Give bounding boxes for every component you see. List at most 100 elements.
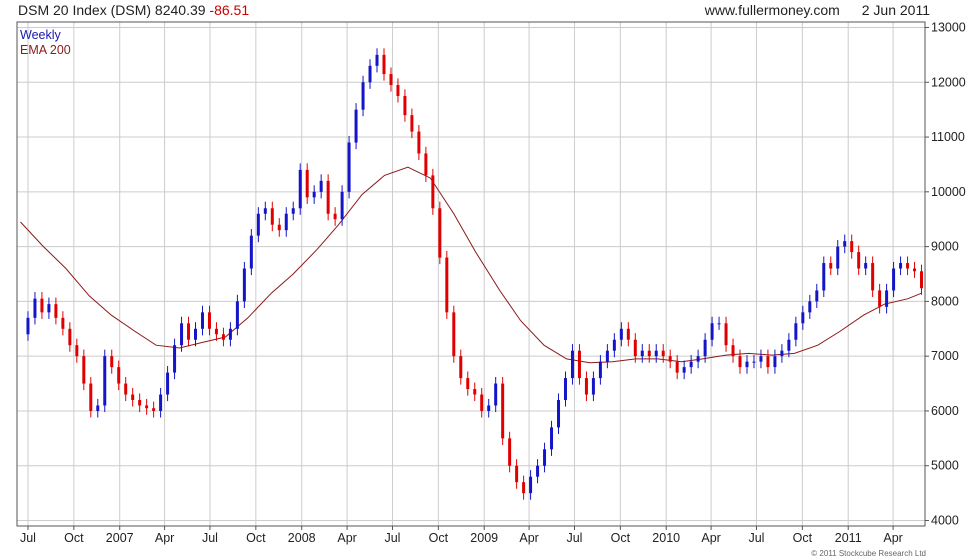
candle-body (354, 109, 358, 143)
candle-body (361, 82, 365, 110)
candle-body (200, 312, 204, 329)
candle-body (752, 361, 756, 363)
legend-weekly: Weekly (20, 28, 61, 42)
x-tick-label: Jul (748, 531, 764, 545)
candle-body (508, 438, 512, 466)
candle-body (640, 350, 644, 357)
y-tick-label: 13000 (931, 20, 966, 34)
candle-body (54, 304, 58, 318)
candle-body (619, 328, 623, 340)
candle-body (124, 383, 128, 395)
candle-body (647, 350, 651, 357)
candle-body (26, 317, 30, 335)
candle-body (536, 465, 540, 477)
candle-body (584, 378, 588, 395)
candle-body (843, 241, 847, 247)
x-tick-label: Jul (202, 531, 218, 545)
candle-body (920, 271, 924, 289)
x-tick-label: 2010 (652, 531, 680, 545)
x-tick-label: Apr (883, 531, 902, 545)
candle-body (612, 339, 616, 351)
candle-body (661, 350, 665, 357)
candle-body (815, 290, 819, 302)
candle-body (305, 169, 309, 198)
y-axis: 4000 5000 6000 7000 8000 9000 10000 11000 12000 1… (925, 20, 966, 528)
y-tick-label: 10000 (931, 185, 966, 199)
candle-body (794, 323, 798, 340)
x-tick-label: Jul (384, 531, 400, 545)
candle-body (96, 405, 100, 411)
candle-body (598, 361, 602, 379)
candle-body (403, 95, 407, 116)
candle-body (152, 408, 156, 411)
candle-body (885, 290, 889, 307)
candle-body (871, 263, 875, 291)
x-tick-label: 2007 (106, 531, 134, 545)
candle-body (550, 427, 554, 450)
x-tick-label: Oct (611, 531, 631, 545)
candle-body (145, 405, 149, 409)
chart-title: DSM 20 Index (DSM) 8240.39 -86.51 (18, 2, 249, 18)
candle-body (696, 356, 700, 362)
candle-body (284, 213, 288, 231)
candle-body (214, 328, 218, 335)
candle-body (396, 85, 400, 96)
candle-body (291, 208, 295, 214)
candle-body (235, 301, 239, 329)
candle-body (221, 334, 225, 340)
candle-body (277, 224, 281, 231)
candle-body (738, 356, 742, 368)
candle-body (375, 54, 379, 66)
candle-body (487, 405, 491, 411)
candle-body (347, 142, 351, 192)
candle-body (103, 356, 107, 406)
candle-body (326, 180, 330, 214)
candle-body (312, 191, 316, 198)
candle-body (836, 246, 840, 269)
candle-body (473, 389, 477, 395)
x-tick-label: Oct (246, 531, 266, 545)
x-tick-label: Oct (64, 531, 84, 545)
y-tick-label: 4000 (931, 514, 959, 528)
y-tick-label: 12000 (931, 75, 966, 89)
candle-body (899, 263, 903, 269)
candle-body (333, 213, 337, 220)
x-tick-label: Apr (337, 531, 356, 545)
y-tick-label: 11000 (931, 130, 965, 144)
site-link[interactable]: www.fullermoney.com (705, 2, 840, 18)
candle-body (319, 180, 323, 192)
candle-body (808, 301, 812, 313)
candle-body (857, 252, 861, 269)
candle-body (228, 328, 232, 340)
candle-body (138, 400, 142, 406)
candle-body (689, 361, 693, 368)
candle-body (389, 74, 393, 85)
y-tick-label: 9000 (931, 240, 959, 254)
x-tick-label: Oct (429, 531, 449, 545)
x-tick-label: 2008 (288, 531, 316, 545)
candle-body (766, 356, 770, 368)
copyright: © 2011 Stockcube Research Ltd (811, 549, 926, 558)
x-tick-label: Apr (519, 531, 538, 545)
candle-body (787, 339, 791, 351)
candle-body (270, 208, 274, 225)
header-right: www.fullermoney.com 2 Jun 2011 (705, 2, 930, 18)
candle-body (368, 65, 372, 83)
y-tick-label: 6000 (931, 404, 959, 418)
candle-body (570, 350, 574, 379)
x-tick-label: Apr (701, 531, 720, 545)
candle-body (543, 449, 547, 466)
candle-body (710, 323, 714, 340)
candle-body (166, 372, 170, 395)
candle-body (180, 323, 184, 346)
candle-body (68, 328, 72, 346)
candle-body (110, 356, 114, 368)
candle-body (131, 394, 135, 400)
candle-body (759, 356, 763, 362)
candle-body (117, 367, 121, 384)
price-change: -86.51 (209, 2, 250, 18)
candle-body (892, 268, 896, 291)
candle-body (340, 191, 344, 220)
y-tick-label: 5000 (931, 459, 959, 473)
x-axis: Jul Oct 2007 Apr Jul Oct 2008 Apr Jul Oct 2009 Apr J… (20, 526, 903, 545)
